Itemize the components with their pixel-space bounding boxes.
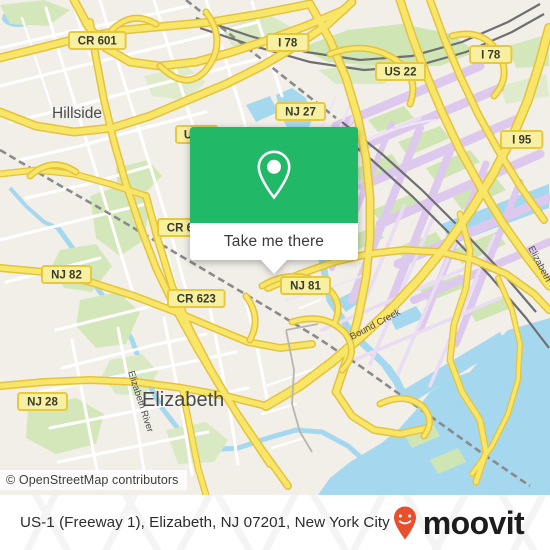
road-shield: I 95: [500, 130, 544, 149]
take-me-there-button[interactable]: Take me there: [190, 223, 358, 260]
road-shield: NJ 82: [41, 265, 92, 284]
moovit-pin-icon: [393, 506, 416, 539]
map-place-label: Elizabeth: [142, 389, 224, 411]
road-shield-label: I 95: [512, 135, 532, 147]
road-shield: CR 601: [68, 31, 127, 50]
map-place-label: Hillside: [52, 105, 102, 122]
road-shield-label: NJ 28: [27, 397, 58, 409]
road-shield: NJ 28: [17, 392, 68, 411]
road-shield: CR 623: [167, 289, 226, 308]
road-shield-label: I 78: [278, 38, 298, 50]
road-shield: NJ 81: [280, 276, 331, 295]
attribution-text: © OpenStreetMap contributors: [6, 473, 179, 487]
road-shield-label: NJ 27: [285, 107, 316, 119]
take-me-there-popup[interactable]: Take me there: [190, 127, 358, 274]
road-shield-label: CR 601: [78, 36, 118, 48]
moovit-logo[interactable]: moovit: [388, 504, 525, 542]
road-shield-label: NJ 82: [51, 270, 82, 282]
road-shield-label: US 22: [385, 67, 417, 79]
popup-pointer: [261, 260, 287, 274]
road-shield-label: CR 623: [177, 294, 216, 306]
road-shield: US 22: [375, 62, 426, 81]
road-shield: NJ 27: [275, 102, 326, 121]
moovit-wordmark: moovit: [422, 504, 525, 541]
road-shield: I 78: [469, 45, 513, 64]
road-shield: I 78: [266, 33, 310, 52]
map-pin-icon: [257, 150, 291, 200]
road-shield-label: NJ 81: [290, 281, 321, 293]
popup-icon-panel: [190, 127, 358, 223]
map-screenshot: Hillside Elizabeth Elizabeth River Bound Cr…: [0, 0, 550, 550]
road-shield-label: I 78: [481, 50, 501, 62]
take-me-there-label: Take me there: [223, 232, 325, 250]
footer-address: US-1 (Freeway 1), Elizabeth, NJ 07201, N…: [20, 514, 390, 531]
footer-bar: US-1 (Freeway 1), Elizabeth, NJ 07201, N…: [0, 495, 550, 550]
map-attribution: © OpenStreetMap contributors: [0, 470, 187, 490]
